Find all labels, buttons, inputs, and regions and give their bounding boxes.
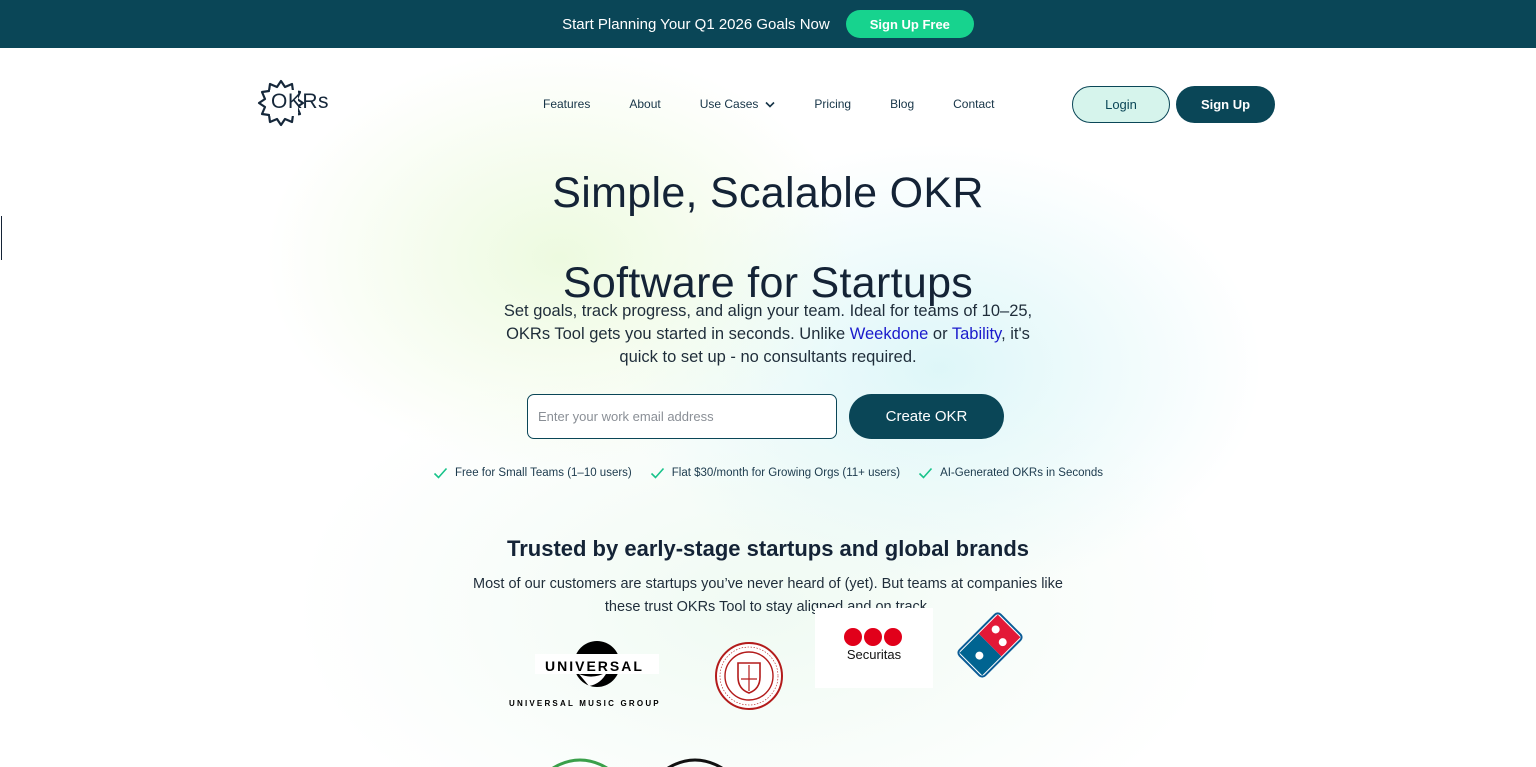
login-button[interactable]: Login xyxy=(1072,86,1170,123)
university-seal-icon xyxy=(715,642,783,710)
securitas-logo: Securitas xyxy=(815,608,933,688)
cornell-seal-logo xyxy=(714,641,784,716)
hero-section: Simple, Scalable OKR Software for Startu… xyxy=(0,170,1536,710)
perk-label: Free for Small Teams (1–10 users) xyxy=(454,467,632,479)
hero-title: Simple, Scalable OKR Software for Startu… xyxy=(0,170,1536,306)
check-icon xyxy=(918,467,933,479)
nav-contact[interactable]: Contact xyxy=(953,97,994,111)
universal-music-logo: UNIVERSAL UNIVERSAL MUSIC GROUP xyxy=(505,640,690,715)
email-input[interactable] xyxy=(527,394,837,439)
nav-blog[interactable]: Blog xyxy=(890,97,914,111)
nav-pricing[interactable]: Pricing xyxy=(814,97,851,111)
customer-logos: UNIVERSAL UNIVERSAL MUSIC GROUP Securita… xyxy=(0,608,1536,760)
hero-subtitle: Set goals, track progress, and align you… xyxy=(503,302,1033,366)
nav-features[interactable]: Features xyxy=(543,97,590,111)
nav-use-cases-label: Use Cases xyxy=(699,97,759,111)
perk-label: AI-Generated OKRs in Seconds xyxy=(940,467,1104,479)
more-logos-row xyxy=(0,755,1536,767)
nav-about[interactable]: About xyxy=(629,97,660,111)
perk-item: AI-Generated OKRs in Seconds xyxy=(918,467,1103,479)
check-icon xyxy=(650,467,664,479)
dominos-logo xyxy=(955,610,1025,685)
universal-group-word: UNIVERSAL MUSIC GROUP xyxy=(509,699,661,708)
logo-text: OKRs xyxy=(271,90,330,113)
sign-up-button[interactable]: Sign Up xyxy=(1176,86,1275,123)
weekdone-link[interactable]: Weekdone xyxy=(850,325,929,343)
chevron-down-icon xyxy=(765,101,775,108)
site-header: OKRs Features About Use Cases Pricing Bl… xyxy=(0,48,1536,160)
check-icon xyxy=(433,467,448,479)
partial-logo-icon xyxy=(552,758,723,767)
tability-link[interactable]: Tability xyxy=(952,325,1001,343)
three-dots-icon xyxy=(844,628,902,646)
okrs-logo[interactable]: OKRs xyxy=(256,78,329,128)
perks-list: Free for Small Teams (1–10 users) Flat $… xyxy=(0,467,1536,479)
perk-label: Flat $30/month for Growing Orgs (11+ use… xyxy=(671,467,901,479)
announcement-bar: Start Planning Your Q1 2026 Goals Now Si… xyxy=(0,0,1536,48)
text-caret xyxy=(1,216,2,260)
create-okr-button[interactable]: Create OKR xyxy=(849,394,1004,439)
securitas-word: Securitas xyxy=(846,647,902,662)
announcement-text: Start Planning Your Q1 2026 Goals Now xyxy=(562,15,830,33)
nav-use-cases[interactable]: Use Cases xyxy=(700,97,776,111)
perk-item: Flat $30/month for Growing Orgs (11+ use… xyxy=(650,467,900,479)
sign-up-free-button[interactable]: Sign Up Free xyxy=(845,10,974,38)
universal-word: UNIVERSAL xyxy=(545,658,644,674)
main-nav: Features About Use Cases Pricing Blog Co… xyxy=(543,97,994,111)
domino-tile-icon xyxy=(957,612,1023,678)
perk-item: Free for Small Teams (1–10 users) xyxy=(433,467,632,479)
trust-title: Trusted by early-stage startups and glob… xyxy=(506,536,1030,561)
hero-title-line-1: Simple, Scalable OKR xyxy=(0,170,1536,260)
